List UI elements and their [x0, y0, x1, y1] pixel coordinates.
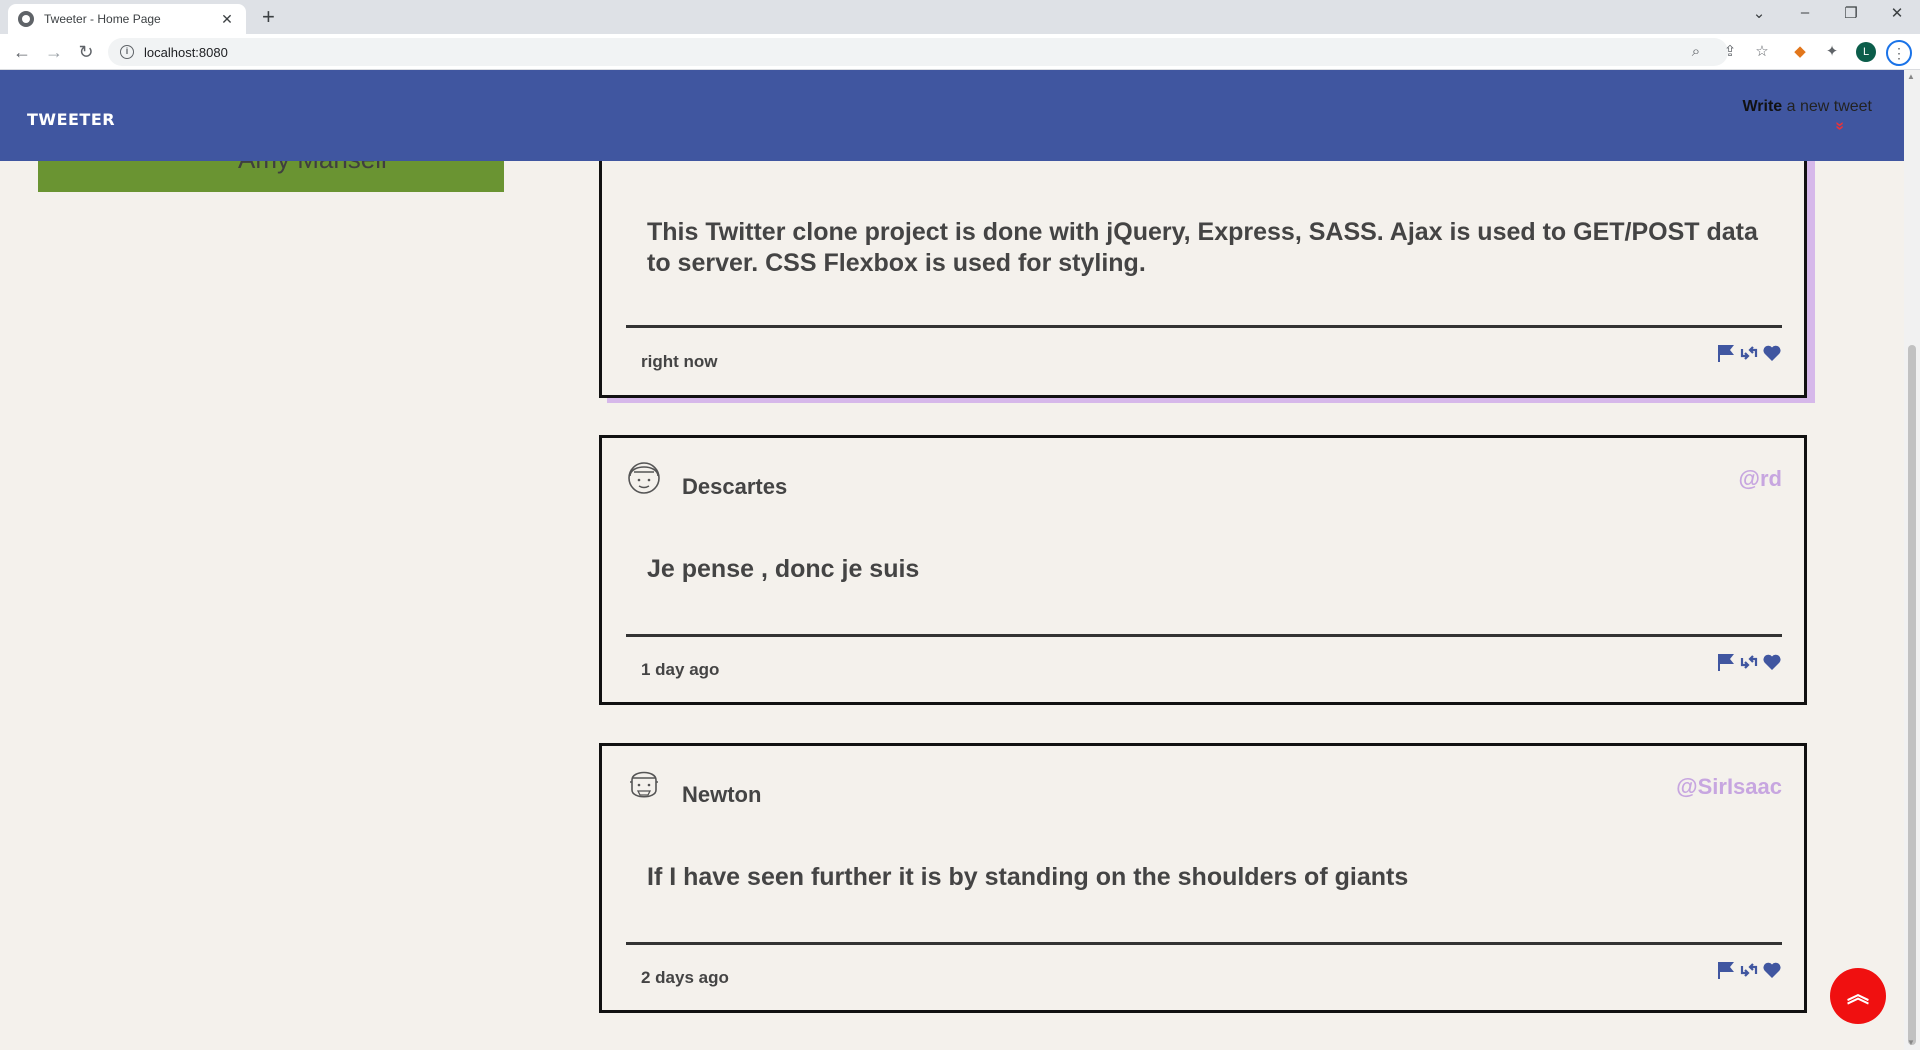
app-nav: TWEETER Write a new tweet » [0, 70, 1904, 161]
tweet-actions [1716, 343, 1782, 363]
scroll-down-arrow-icon[interactable]: ▼ [1907, 1038, 1915, 1047]
scrollbar-thumb[interactable] [1908, 345, 1916, 1045]
double-chevron-up-icon: ︽ [1846, 982, 1869, 1007]
tweet-text: This Twitter clone project is done with … [647, 218, 1758, 277]
forward-icon[interactable]: → [42, 40, 66, 64]
site-info-icon[interactable]: i [120, 45, 134, 59]
write-rest-label: a new tweet [1782, 98, 1872, 115]
flag-icon[interactable] [1716, 343, 1736, 363]
address-bar[interactable]: i localhost:8080 [108, 38, 1728, 66]
scroll-to-top-button[interactable]: ︽ [1830, 968, 1886, 1024]
tweet-text: Je pense , donc je suis [647, 555, 920, 583]
close-window-icon[interactable]: ✕ [1874, 4, 1920, 22]
write-label: Write [1742, 98, 1783, 115]
profile-avatar[interactable]: L [1856, 42, 1876, 62]
retweet-icon[interactable] [1739, 960, 1759, 980]
browser-tab[interactable]: Tweeter - Home Page ✕ [8, 4, 246, 34]
flag-icon[interactable] [1716, 652, 1736, 672]
avatar [630, 771, 658, 798]
globe-icon [18, 11, 34, 27]
tweet-article: Newton @SirIsaac If I have seen further … [599, 743, 1807, 1013]
metamask-fox-icon[interactable]: ◆ [1790, 42, 1810, 62]
tweet-timestamp: 1 day ago [641, 660, 720, 679]
restore-icon[interactable]: ❐ [1828, 4, 1874, 22]
url-text[interactable]: localhost:8080 [144, 45, 228, 60]
scroll-up-arrow-icon[interactable]: ▲ [1907, 72, 1915, 81]
new-tab-button[interactable]: + [262, 6, 275, 28]
heart-icon[interactable] [1762, 960, 1782, 980]
tweet-divider [626, 325, 1782, 328]
tweet-text: If I have seen further it is by standing… [647, 863, 1409, 891]
extensions-puzzle-icon[interactable]: ✦ [1822, 42, 1842, 62]
retweet-icon[interactable] [1739, 652, 1759, 672]
browser-toolbar: ← → ↻ i localhost:8080 ⌕ ⇪ ☆ ◆ ✦ L ⋮ [0, 34, 1920, 70]
page-scrollbar[interactable]: ▲ ▼ [1904, 70, 1920, 1050]
tweet-divider [626, 942, 1782, 945]
back-icon[interactable]: ← [10, 40, 34, 64]
chevron-down-icon[interactable]: » [1832, 122, 1849, 131]
tweet-article: This Twitter clone project is done with … [599, 130, 1807, 398]
tweet-divider [626, 634, 1782, 637]
heart-icon[interactable] [1762, 343, 1782, 363]
write-new-tweet-link[interactable]: Write a new tweet [1742, 98, 1872, 116]
tweet-header: Descartes @rd [626, 458, 1782, 499]
tab-title: Tweeter - Home Page [44, 12, 161, 26]
heart-icon[interactable] [1762, 652, 1782, 672]
brand-logo[interactable]: TWEETER [27, 110, 115, 129]
avatar [628, 462, 660, 494]
tweet-actions [1716, 652, 1782, 672]
tab-search-icon[interactable]: ⌄ [1736, 4, 1782, 22]
tweet-author-name: Descartes [682, 474, 788, 499]
tweet-author-name: Newton [682, 782, 762, 807]
retweet-icon[interactable] [1739, 343, 1759, 363]
browser-tabstrip: Tweeter - Home Page ✕ + ⌄ – ❐ ✕ [0, 0, 1920, 34]
tweet-author-handle: @SirIsaac [1676, 774, 1782, 799]
flag-icon[interactable] [1716, 960, 1736, 980]
minimize-icon[interactable]: – [1782, 4, 1828, 21]
tweet-timestamp: right now [641, 352, 718, 371]
bookmark-star-icon[interactable]: ☆ [1752, 42, 1772, 62]
browser-menu-icon[interactable]: ⋮ [1886, 40, 1912, 66]
tweet-author-handle: @rd [1738, 466, 1782, 491]
tweet-timestamp: 2 days ago [641, 968, 729, 987]
tweet-article: Descartes @rd Je pense , donc je suis 1 … [599, 435, 1807, 705]
tweet-actions [1716, 960, 1782, 980]
tweet-header: Newton @SirIsaac [626, 766, 1782, 807]
tab-close-button[interactable]: ✕ [218, 11, 236, 28]
reload-icon[interactable]: ↻ [74, 40, 98, 64]
share-icon[interactable]: ⇪ [1720, 42, 1740, 62]
zoom-icon[interactable]: ⌕ [1686, 42, 1706, 62]
